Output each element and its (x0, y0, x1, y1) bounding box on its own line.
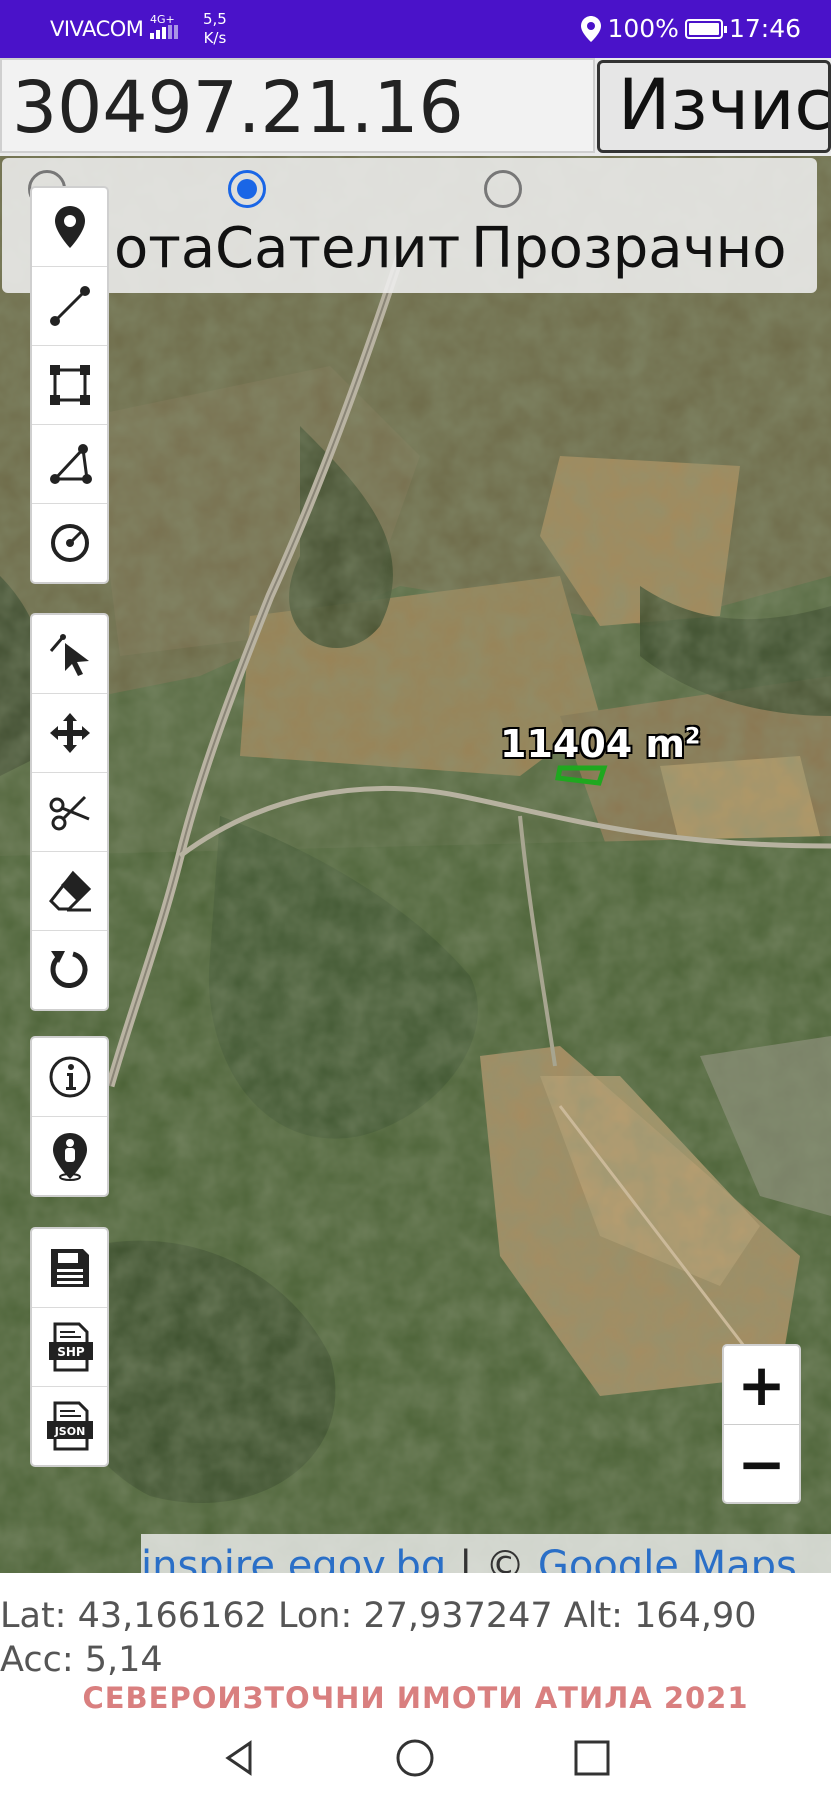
system-nav-bar (0, 1720, 831, 1800)
network-type: 4G+ (150, 14, 190, 41)
attribution-separator: | © (446, 1543, 538, 1573)
eraser-tool[interactable] (32, 852, 107, 931)
status-bar: VIVACOM 4G+ 5,5 K/s 100% 17:46 (0, 0, 831, 58)
recents-icon[interactable] (572, 1738, 612, 1778)
my-location-tool[interactable] (32, 1117, 107, 1195)
home-icon[interactable] (395, 1738, 435, 1778)
eraser-icon (48, 870, 91, 912)
battery-percent: 100% (607, 14, 679, 43)
json-label: JSON (53, 1425, 85, 1438)
area-measurement: 11404 m2 (500, 722, 700, 766)
move-tool[interactable] (32, 694, 107, 773)
angle-tool[interactable] (32, 425, 107, 504)
footer-credits: СЕВЕРОИЗТОЧНИ ИМОТИ АТИЛА 2021 (82, 1681, 749, 1715)
radio-map-label[interactable]: ота (114, 216, 215, 281)
line-tool[interactable] (32, 267, 107, 346)
data-speed: 5,5 K/s (203, 10, 227, 48)
info-tool[interactable] (32, 1038, 107, 1117)
calculate-button[interactable]: Изчис (597, 60, 831, 153)
radio-satellite[interactable] (228, 170, 266, 208)
export-json-tool[interactable]: JSON (32, 1387, 107, 1465)
parcel-id-input[interactable]: 30497.21.16 (0, 58, 595, 153)
status-right: 100% 17:46 (581, 14, 801, 43)
gps-coordinates: Lat: 43,166162 Lon: 27,937247 Alt: 164,9… (0, 1596, 757, 1680)
polygon-tool[interactable] (32, 346, 107, 425)
shp-file-icon: SHP (48, 1322, 93, 1372)
circle-icon (50, 524, 89, 562)
area-exponent: 2 (685, 724, 701, 750)
zoom-out-button[interactable]: − (724, 1425, 799, 1503)
clock: 17:46 (728, 14, 801, 43)
location-pin-icon (581, 15, 602, 42)
radio-transparent[interactable] (484, 170, 522, 208)
select-icon (49, 634, 89, 676)
export-shp-tool[interactable]: SHP (32, 1308, 107, 1387)
save-tool[interactable] (32, 1229, 107, 1308)
editing-toolbar (30, 613, 109, 1011)
signal-icon (150, 25, 178, 39)
shp-label: SHP (57, 1345, 85, 1359)
area-value: 11404 m (500, 722, 686, 766)
line-icon (49, 286, 90, 326)
back-icon[interactable] (220, 1738, 260, 1778)
location-person-icon (52, 1133, 87, 1181)
marker-icon (54, 206, 85, 248)
move-icon (49, 713, 90, 753)
attribution-inspire-link[interactable]: inspire.egov.bg (141, 1543, 446, 1573)
rotate-tool[interactable] (32, 931, 107, 1009)
info-icon (49, 1056, 90, 1098)
search-row: 30497.21.16 Изчис (0, 58, 831, 156)
battery-icon (684, 18, 727, 39)
drawing-toolbar (30, 186, 109, 584)
data-speed-unit: K/s (203, 29, 227, 47)
select-tool[interactable] (32, 615, 107, 694)
export-toolbar: SHP JSON (30, 1227, 109, 1467)
radio-transparent-label[interactable]: Прозрачно (471, 216, 787, 281)
radio-satellite-label[interactable]: Сателит (215, 216, 460, 281)
satellite-imagery (0, 156, 831, 1573)
angle-icon (49, 444, 92, 484)
data-speed-value: 5,5 (203, 10, 227, 28)
zoom-control: + − (722, 1344, 801, 1504)
map-attribution: inspire.egov.bg | © Google Maps (141, 1534, 831, 1573)
cut-tool[interactable] (32, 773, 107, 852)
carrier-name: VIVACOM (50, 17, 144, 41)
circle-tool[interactable] (32, 504, 107, 582)
save-icon (50, 1249, 89, 1287)
info-toolbar (30, 1036, 109, 1197)
attribution-google-link[interactable]: Google Maps (538, 1543, 797, 1573)
marker-tool[interactable] (32, 188, 107, 267)
polygon-icon (49, 365, 90, 405)
layer-selector: ота Сателит Прозрачно (2, 158, 817, 293)
map-view[interactable] (0, 156, 831, 1573)
json-file-icon: JSON (46, 1401, 93, 1451)
cut-icon (49, 795, 90, 831)
zoom-in-button[interactable]: + (724, 1346, 799, 1425)
rotate-icon (50, 951, 87, 988)
